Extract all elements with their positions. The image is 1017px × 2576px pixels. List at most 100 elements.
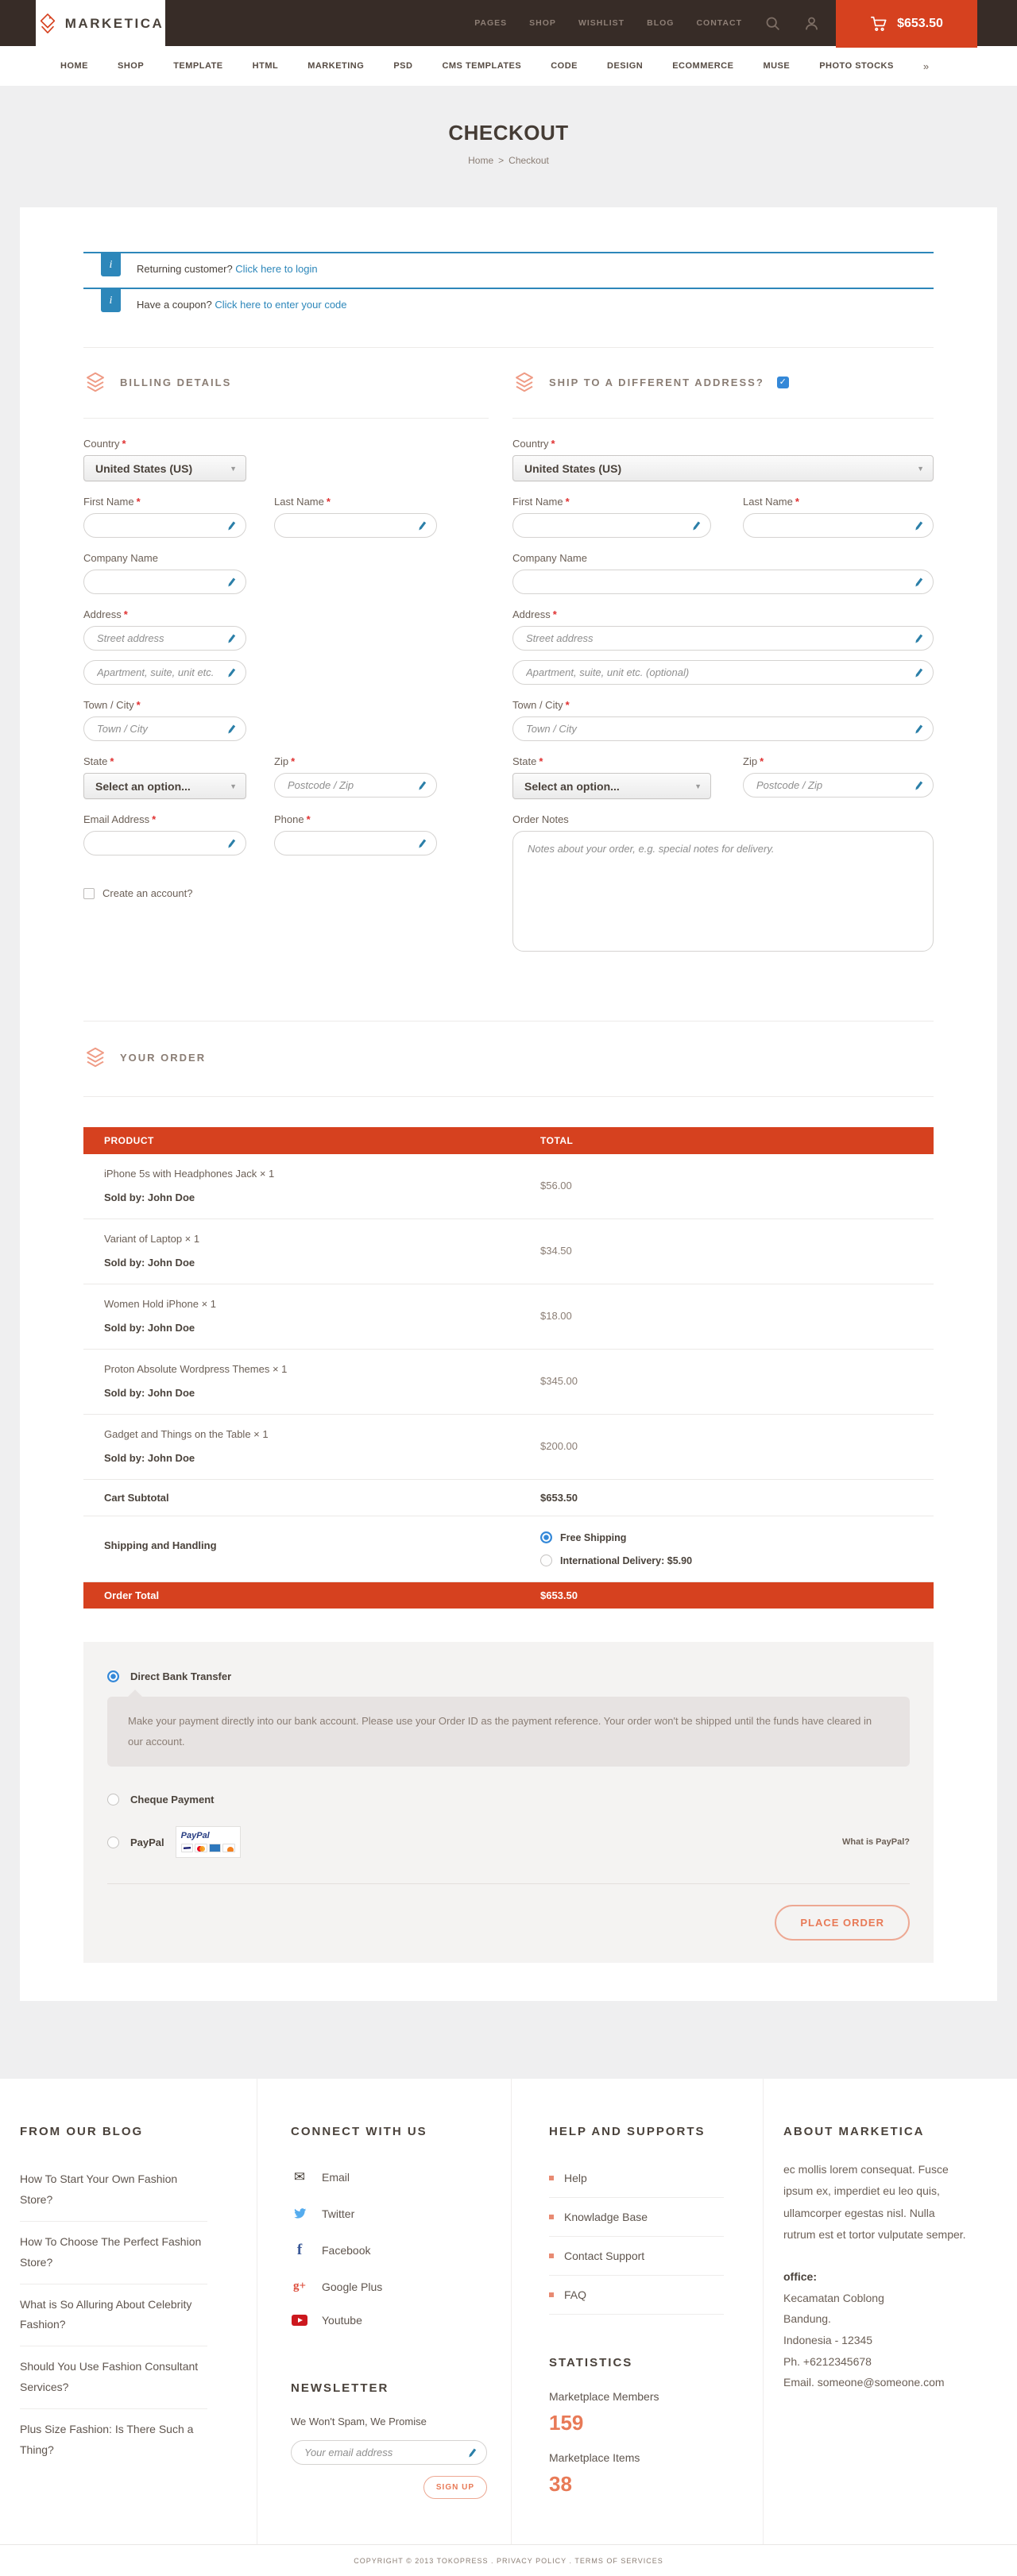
social-link-email[interactable]: ✉ Email bbox=[291, 2159, 487, 2196]
shipping-option-international[interactable]: International Delivery: $5.90 bbox=[540, 1554, 913, 1566]
subnav-ecommerce[interactable]: ECOMMERCE bbox=[672, 61, 733, 71]
radio-selected-icon[interactable] bbox=[107, 1670, 119, 1682]
billing-city-input[interactable] bbox=[97, 723, 220, 735]
billing-apartment-input[interactable] bbox=[97, 666, 220, 678]
help-link[interactable]: FAQ bbox=[549, 2276, 724, 2315]
shipping-country-select[interactable]: United States (US) ▼ bbox=[512, 455, 934, 481]
account-icon[interactable] bbox=[803, 15, 820, 32]
paypal-logo: PayPal bbox=[181, 1831, 235, 1840]
items-label: Marketplace Items bbox=[549, 2451, 739, 2464]
billing-country-select[interactable]: United States (US) ▼ bbox=[83, 455, 246, 481]
help-link[interactable]: Knowladge Base bbox=[549, 2198, 724, 2237]
shipping-state-select[interactable]: Select an option... ▼ bbox=[512, 773, 711, 799]
brand-logo[interactable]: MARKETICA bbox=[36, 0, 165, 48]
billing-street-input[interactable] bbox=[97, 632, 220, 644]
billing-zip-input[interactable] bbox=[288, 779, 411, 791]
billing-column: BILLING DETAILS Country* United States (… bbox=[83, 348, 489, 970]
ship-different-checkbox[interactable]: ✓ bbox=[777, 377, 789, 388]
social-link-googleplus[interactable]: g+ Google Plus bbox=[291, 2269, 487, 2304]
blog-link[interactable]: What is So Alluring About Celebrity Fash… bbox=[20, 2284, 207, 2347]
billing-state-select[interactable]: Select an option... ▼ bbox=[83, 773, 246, 799]
social-link-facebook[interactable]: f Facebook bbox=[291, 2231, 487, 2269]
radio-unselected-icon[interactable] bbox=[540, 1554, 552, 1566]
subnav-html[interactable]: HTML bbox=[253, 61, 279, 71]
breadcrumb-home-link[interactable]: Home bbox=[468, 155, 493, 166]
newsletter-signup-button[interactable]: SIGN UP bbox=[423, 2476, 487, 2499]
shipping-company-input[interactable] bbox=[526, 576, 907, 588]
radio-unselected-icon[interactable] bbox=[107, 1794, 119, 1806]
order-notes-textarea[interactable] bbox=[512, 831, 934, 952]
billing-first-name-input[interactable] bbox=[97, 519, 220, 531]
terms-link[interactable]: TERMS OF SERVICES bbox=[574, 2557, 663, 2565]
zip-label: Zip* bbox=[743, 755, 934, 767]
billing-last-name-input[interactable] bbox=[288, 519, 411, 531]
last-name-label: Last Name* bbox=[743, 496, 934, 508]
billing-phone-input[interactable] bbox=[288, 837, 411, 849]
social-link-twitter[interactable]: Twitter bbox=[291, 2196, 487, 2231]
topnav-wishlist[interactable]: WISHLIST bbox=[578, 18, 625, 28]
topnav-blog[interactable]: BLOG bbox=[647, 18, 674, 28]
subnav-muse[interactable]: MUSE bbox=[763, 61, 790, 71]
subnav-psd[interactable]: PSD bbox=[393, 61, 412, 71]
shipping-last-name-input[interactable] bbox=[756, 519, 907, 531]
payment-cheque[interactable]: Cheque Payment bbox=[107, 1794, 910, 1806]
shipping-column: SHIP TO A DIFFERENT ADDRESS? ✓ Country* … bbox=[512, 348, 934, 970]
subnav-cms-templates[interactable]: CMS TEMPLATES bbox=[442, 61, 521, 71]
billing-company-input[interactable] bbox=[97, 576, 220, 588]
subnav-more-chevron-icon[interactable]: » bbox=[923, 60, 929, 72]
blog-link[interactable]: How To Choose The Perfect Fashion Store? bbox=[20, 2222, 207, 2284]
coupon-link[interactable]: Click here to enter your code bbox=[215, 299, 346, 311]
search-icon[interactable] bbox=[764, 15, 781, 32]
shipping-street-input[interactable] bbox=[526, 632, 907, 644]
mastercard-icon bbox=[195, 1844, 207, 1852]
footer-connect-column: CONNECT WITH US ✉ Email Twitter f Facebo… bbox=[257, 2079, 511, 2544]
shipping-apartment-input[interactable] bbox=[526, 666, 907, 678]
layers-icon bbox=[512, 370, 536, 394]
pen-icon bbox=[416, 837, 428, 849]
subnav-code[interactable]: CODE bbox=[551, 61, 578, 71]
subnav-design[interactable]: DESIGN bbox=[607, 61, 643, 71]
cart-button[interactable]: $653.50 bbox=[836, 0, 977, 48]
blog-link[interactable]: Should You Use Fashion Consultant Servic… bbox=[20, 2346, 207, 2409]
place-order-button[interactable]: PLACE ORDER bbox=[775, 1905, 910, 1941]
help-link[interactable]: Contact Support bbox=[549, 2237, 724, 2276]
subnav-home[interactable]: HOME bbox=[60, 61, 88, 71]
topnav-shop[interactable]: SHOP bbox=[529, 18, 556, 28]
layers-icon bbox=[83, 1045, 107, 1069]
subnav-marketing[interactable]: MARKETING bbox=[307, 61, 364, 71]
chevron-down-icon: ▼ bbox=[917, 465, 924, 473]
shipping-option-free[interactable]: Free Shipping bbox=[540, 1531, 913, 1543]
subnav-photo-stocks[interactable]: PHOTO STOCKS bbox=[819, 61, 894, 71]
breadcrumb-separator: > bbox=[498, 155, 504, 166]
pen-icon bbox=[226, 519, 238, 531]
shipping-first-name-input[interactable] bbox=[526, 519, 685, 531]
payment-bank-transfer[interactable]: Direct Bank Transfer bbox=[107, 1670, 910, 1682]
chevron-down-icon: ▼ bbox=[694, 782, 702, 790]
order-section: YOUR ORDER bbox=[83, 1021, 934, 1097]
newsletter-email-input[interactable] bbox=[304, 2447, 461, 2458]
topnav-contact[interactable]: CONTACT bbox=[696, 18, 742, 28]
what-is-paypal-link[interactable]: What is PayPal? bbox=[842, 1837, 910, 1847]
privacy-policy-link[interactable]: PRIVACY POLICY bbox=[497, 2557, 567, 2565]
login-notice-prefix: Returning customer? bbox=[137, 263, 233, 275]
radio-selected-icon[interactable] bbox=[540, 1531, 552, 1543]
login-link[interactable]: Click here to login bbox=[235, 263, 317, 275]
radio-unselected-icon[interactable] bbox=[107, 1836, 119, 1848]
create-account-checkbox[interactable] bbox=[83, 888, 95, 899]
topnav-pages[interactable]: PAGES bbox=[474, 18, 507, 28]
shipping-section-header: SHIP TO A DIFFERENT ADDRESS? ✓ bbox=[512, 348, 934, 419]
blog-link[interactable]: How To Start Your Own Fashion Store? bbox=[20, 2159, 207, 2222]
billing-email-input[interactable] bbox=[97, 837, 220, 849]
members-label: Marketplace Members bbox=[549, 2390, 739, 2403]
blog-link[interactable]: Plus Size Fashion: Is There Such a Thing… bbox=[20, 2409, 207, 2471]
first-name-label: First Name* bbox=[512, 496, 711, 508]
shipping-zip-input[interactable] bbox=[756, 779, 907, 791]
product-total: $200.00 bbox=[540, 1428, 913, 1464]
subnav-shop[interactable]: SHOP bbox=[118, 61, 144, 71]
office-label: office: bbox=[783, 2266, 993, 2288]
subnav-template[interactable]: TEMPLATE bbox=[173, 61, 222, 71]
shipping-city-input[interactable] bbox=[526, 723, 907, 735]
help-link[interactable]: Help bbox=[549, 2159, 724, 2198]
social-link-youtube[interactable]: Youtube bbox=[291, 2304, 487, 2337]
payment-paypal[interactable]: PayPal PayPal What is PayPal? bbox=[107, 1826, 910, 1858]
